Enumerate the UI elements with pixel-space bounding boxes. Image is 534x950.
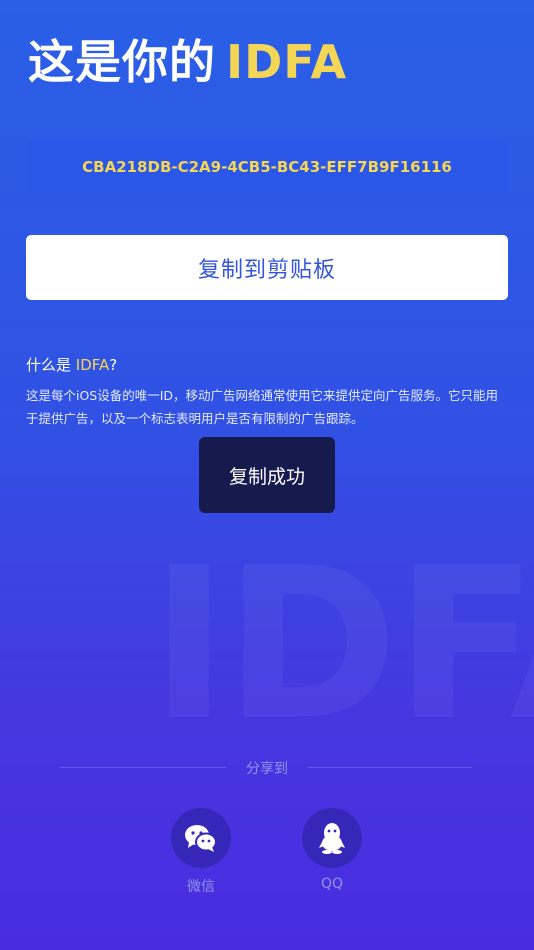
- info-title-suffix: ?: [109, 356, 118, 374]
- qq-icon: [319, 823, 345, 854]
- share-qq-button[interactable]: QQ: [297, 808, 367, 892]
- share-divider-right: [308, 767, 472, 768]
- info-title-highlight: IDFA: [75, 356, 110, 374]
- share-wechat-button[interactable]: 微信: [166, 808, 236, 896]
- copy-to-clipboard-button[interactable]: 复制到剪贴板: [26, 235, 508, 300]
- page-title-accent: IDFA: [226, 35, 348, 89]
- share-wechat-label: 微信: [187, 879, 215, 895]
- idfa-value: CBA218DB-C2A9-4CB5-BC43-EFF7B9F16116: [82, 157, 452, 176]
- info-description: 这是每个iOS设备的唯一ID，移动广告网络通常使用它来提供定向广告服务。它只能用…: [26, 388, 499, 426]
- share-divider-left: [60, 767, 226, 768]
- page-title: 这是你的 IDFA: [28, 34, 347, 90]
- copy-button-label: 复制到剪贴板: [197, 257, 336, 283]
- share-label: 分享到: [246, 761, 288, 777]
- share-wechat-circle[interactable]: [171, 808, 231, 868]
- toast-message: 复制成功: [199, 437, 335, 513]
- share-qq-circle[interactable]: [302, 808, 362, 868]
- info-title-prefix: 什么是: [26, 356, 76, 374]
- wechat-icon: [185, 825, 217, 852]
- info-title: 什么是 IDFA?: [26, 354, 117, 375]
- page-title-prefix: 这是你的: [28, 35, 216, 89]
- watermark-text: IDFA: [150, 540, 534, 750]
- idfa-value-display: CBA218DB-C2A9-4CB5-BC43-EFF7B9F16116: [26, 141, 508, 192]
- toast-label: 复制成功: [228, 465, 305, 488]
- share-qq-label: QQ: [320, 876, 344, 892]
